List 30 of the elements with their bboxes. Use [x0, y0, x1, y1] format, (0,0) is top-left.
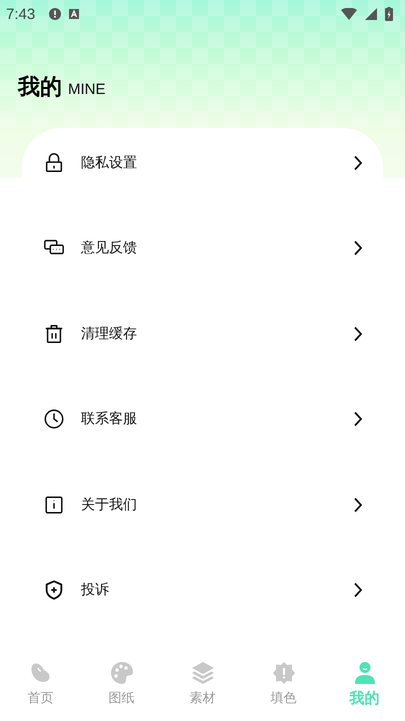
chevron-right-icon — [353, 240, 363, 256]
alert-icon — [49, 8, 62, 20]
palette-icon — [110, 661, 134, 685]
menu-item[interactable]: 清理缓存 — [0, 291, 405, 376]
chevron-right-icon — [353, 154, 363, 171]
trash-icon — [43, 322, 65, 345]
menu-item[interactable]: 意见反馈 — [0, 206, 405, 291]
status-time: 7:43 — [6, 6, 36, 22]
chevron-right-icon — [353, 411, 363, 428]
clock-icon — [43, 408, 65, 430]
chevron-right-icon — [353, 326, 363, 342]
chevron-right-icon — [353, 496, 363, 513]
chevron-right-icon — [353, 582, 363, 598]
badge-icon — [272, 661, 296, 685]
battery-icon — [385, 7, 393, 21]
lock-icon — [43, 152, 65, 174]
menu-item[interactable]: 隐私设置 — [0, 120, 405, 206]
info-icon — [43, 494, 65, 516]
page-title: 我的 — [18, 74, 62, 102]
keyboard-icon — [69, 9, 80, 19]
layers-icon — [190, 661, 214, 685]
bean-icon — [28, 661, 52, 685]
menu-item[interactable]: 投诉 — [0, 548, 405, 633]
shield-icon — [43, 579, 65, 602]
page-subtitle: MINE — [68, 81, 106, 98]
wifi-icon — [341, 8, 357, 20]
menu-item[interactable]: 联系客服 — [0, 376, 405, 462]
person-icon — [352, 660, 376, 684]
menu-item[interactable]: 关于我们 — [0, 462, 405, 548]
signal-icon — [365, 8, 377, 20]
